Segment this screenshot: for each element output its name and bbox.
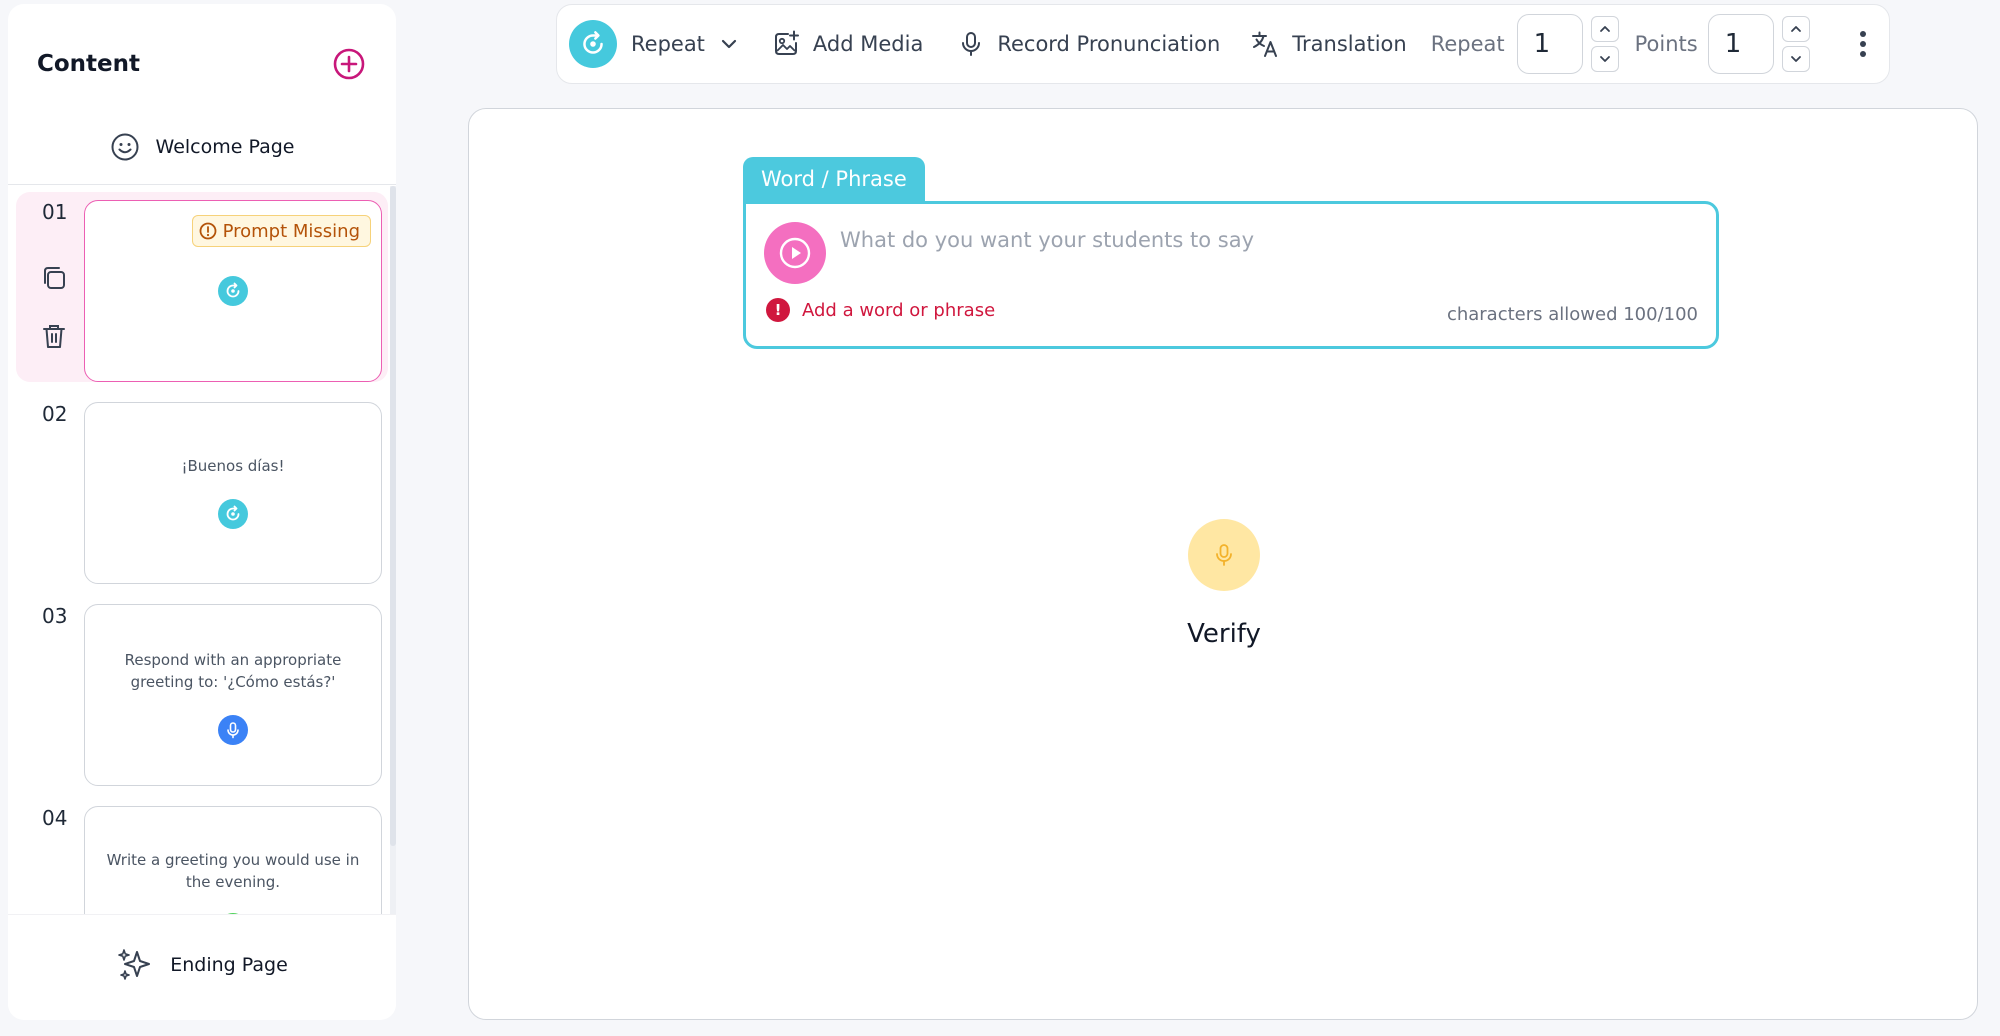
sidebar-title: Content	[37, 51, 141, 77]
copy-icon	[44, 267, 65, 289]
repeat-count-label: Repeat	[1430, 32, 1505, 56]
verify-mic-button[interactable]	[1188, 519, 1260, 591]
add-slide-button[interactable]	[331, 46, 367, 82]
badge-label: Prompt Missing	[222, 220, 360, 242]
slide-type-indicator	[218, 276, 248, 306]
error-icon: !	[766, 298, 790, 322]
slide-card-01[interactable]: Prompt Missing	[84, 200, 382, 382]
slide-type-indicator	[218, 499, 248, 529]
slide-type-indicator	[218, 715, 248, 745]
slide-number: 03	[42, 604, 68, 628]
repeat-icon	[226, 505, 240, 521]
repeat-count-input[interactable]: 1	[1516, 14, 1583, 74]
slide-type-label: Repeat	[631, 32, 705, 56]
image-plus-icon	[774, 30, 799, 55]
points-stepper	[1781, 16, 1810, 72]
word-phrase-input[interactable]	[840, 222, 1680, 258]
welcome-page-label: Welcome Page	[155, 136, 295, 158]
slide-type-dropdown[interactable]: Repeat	[569, 20, 739, 68]
slide-card-text: Respond with an appropriate greeting to:…	[124, 651, 342, 691]
slide-card-text: Write a greeting you would use in the ev…	[106, 851, 360, 891]
slide-card-text: ¡Buenos días!	[181, 457, 285, 475]
slide-list[interactable]: 01 Prompt Missing 02 ¡Buenos días! 03 Re…	[8, 186, 396, 914]
editor-toolbar: Repeat Add Media Record Pronunciation Tr…	[556, 4, 1890, 84]
points-label: Points	[1634, 32, 1698, 56]
sidebar-header: Content	[37, 44, 367, 84]
translation-button[interactable]: Translation	[1250, 29, 1407, 59]
mic-icon	[962, 32, 981, 56]
record-pronunciation-label: Record Pronunciation	[997, 32, 1221, 56]
slide-number: 02	[42, 402, 68, 426]
welcome-page-item[interactable]: Welcome Page	[8, 122, 396, 172]
validation-error: ! Add a word or phrase	[766, 298, 995, 322]
slide-number: 04	[42, 806, 68, 830]
repeat-increment-button[interactable]	[1590, 16, 1619, 42]
slide-editor-canvas: Word / Phrase ! Add a word or phrase cha…	[468, 108, 1978, 1020]
repeat-icon	[583, 31, 603, 54]
record-pronunciation-button[interactable]: Record Pronunciation	[957, 30, 1220, 58]
points-decrement-button[interactable]	[1781, 46, 1810, 72]
slide-card-04[interactable]: Write a greeting you would use in the ev…	[84, 806, 382, 914]
translation-label: Translation	[1292, 32, 1407, 56]
mic-icon	[227, 722, 239, 739]
play-audio-button[interactable]	[764, 222, 826, 284]
more-vertical-icon	[1859, 31, 1866, 57]
delete-slide-button[interactable]	[38, 320, 70, 352]
ending-page-item[interactable]: Ending Page	[8, 914, 396, 1014]
slide-number: 01	[42, 200, 68, 224]
prompt-missing-badge: Prompt Missing	[191, 215, 371, 247]
warning-circle-icon	[199, 222, 216, 240]
chevron-up-icon	[1599, 26, 1610, 32]
more-options-button[interactable]	[1848, 20, 1878, 68]
slide-card-03[interactable]: Respond with an appropriate greeting to:…	[84, 604, 382, 786]
verify-section: Verify	[469, 519, 1979, 649]
translate-icon	[1252, 31, 1278, 57]
chevron-up-icon	[1790, 26, 1801, 32]
smile-icon	[111, 133, 139, 161]
sidebar-divider	[8, 184, 396, 185]
add-media-label: Add Media	[812, 32, 924, 56]
points-input[interactable]: 1	[1707, 14, 1774, 74]
content-sidebar: Content Welcome Page 01 Prompt Missing 0…	[8, 4, 396, 1020]
chevron-down-icon	[1790, 56, 1801, 62]
slide-card-02[interactable]: ¡Buenos días!	[84, 402, 382, 584]
repeat-icon	[226, 282, 240, 298]
duplicate-slide-button[interactable]	[38, 262, 70, 294]
character-counter: characters allowed 100/100	[1446, 304, 1698, 325]
verify-label: Verify	[1187, 619, 1261, 649]
slide-row-02: 02 ¡Buenos días!	[16, 394, 388, 584]
points-increment-button[interactable]	[1781, 16, 1810, 42]
slide-row-01: 01 Prompt Missing	[16, 192, 388, 382]
add-media-button[interactable]: Add Media	[771, 29, 923, 59]
sparkles-icon	[118, 948, 151, 980]
validation-error-text: Add a word or phrase	[802, 299, 996, 321]
slide-type-badge	[569, 20, 617, 68]
chevron-down-icon	[1599, 56, 1610, 62]
chevron-down-icon	[721, 39, 737, 49]
repeat-count-stepper	[1590, 16, 1619, 72]
play-circle-icon	[779, 237, 811, 269]
ending-page-label: Ending Page	[170, 953, 288, 976]
word-phrase-panel: ! Add a word or phrase characters allowe…	[743, 201, 1719, 349]
repeat-decrement-button[interactable]	[1590, 46, 1619, 72]
word-phrase-tab: Word / Phrase	[743, 157, 925, 201]
slide-row-04: 04 Write a greeting you would use in the…	[16, 798, 388, 914]
mic-icon	[1216, 544, 1232, 566]
slide-list-scroll-thumb[interactable]	[390, 186, 396, 846]
plus-circle-icon	[333, 48, 365, 80]
slide-row-03: 03 Respond with an appropriate greeting …	[16, 596, 388, 786]
trash-icon	[43, 325, 65, 348]
